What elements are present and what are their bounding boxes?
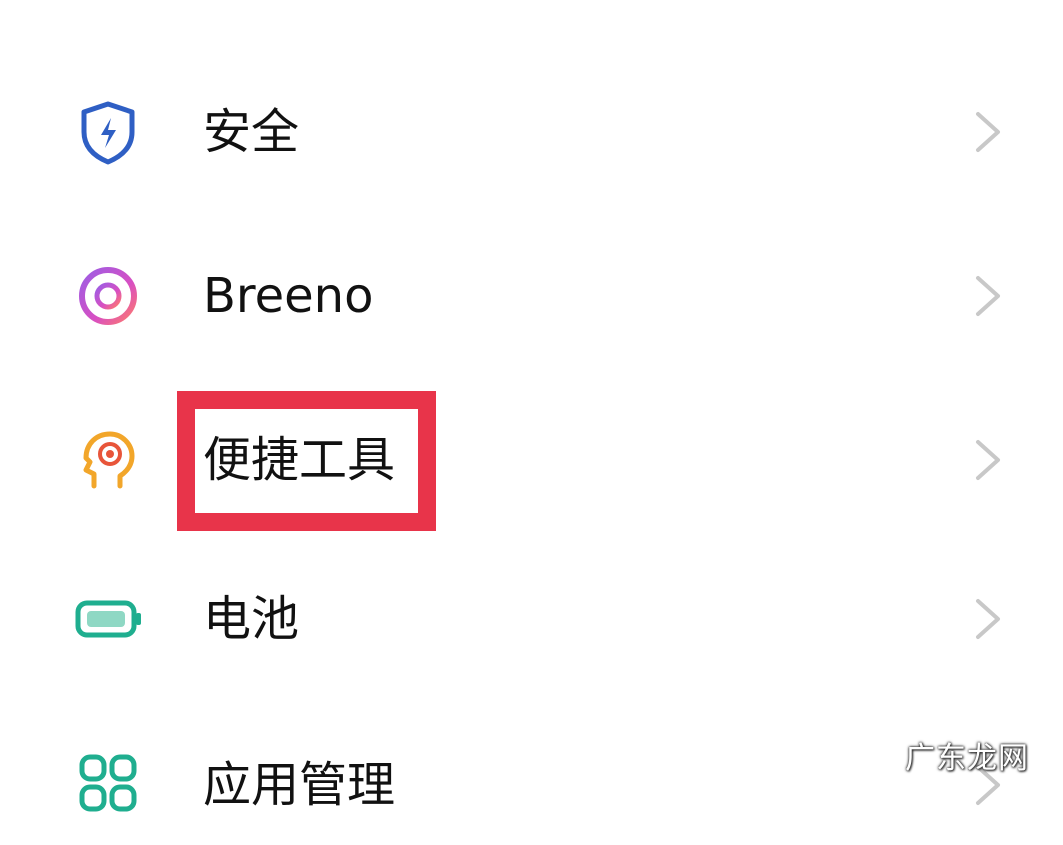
breeno-ring-icon [72, 260, 144, 332]
shield-bolt-icon [72, 96, 144, 168]
highlight-annotation-box [177, 391, 436, 531]
settings-item-battery[interactable]: 电池 [0, 559, 1063, 679]
settings-item-app-management[interactable]: 应用管理 [0, 725, 1063, 845]
settings-item-breeno[interactable]: Breeno [0, 236, 1063, 356]
settings-item-convenience-tools[interactable]: 便捷工具 [0, 400, 1063, 520]
watermark-text: 广东龙网 [905, 741, 1029, 776]
settings-item-label: 电池 [203, 591, 300, 647]
settings-item-label: 应用管理 [203, 757, 396, 813]
app-grid-icon [72, 749, 144, 821]
settings-item-label: Breeno [203, 268, 374, 324]
settings-list: 安全 Breeno 便捷工具 电池 应用管理 广东龙网 [0, 0, 1063, 813]
chevron-right-icon [968, 108, 1008, 156]
head-target-icon [72, 424, 144, 496]
battery-icon [72, 583, 144, 655]
settings-item-security[interactable]: 安全 [0, 72, 1063, 192]
chevron-right-icon [968, 436, 1008, 484]
chevron-right-icon [968, 595, 1008, 643]
chevron-right-icon [968, 272, 1008, 320]
settings-item-label: 安全 [203, 104, 300, 160]
